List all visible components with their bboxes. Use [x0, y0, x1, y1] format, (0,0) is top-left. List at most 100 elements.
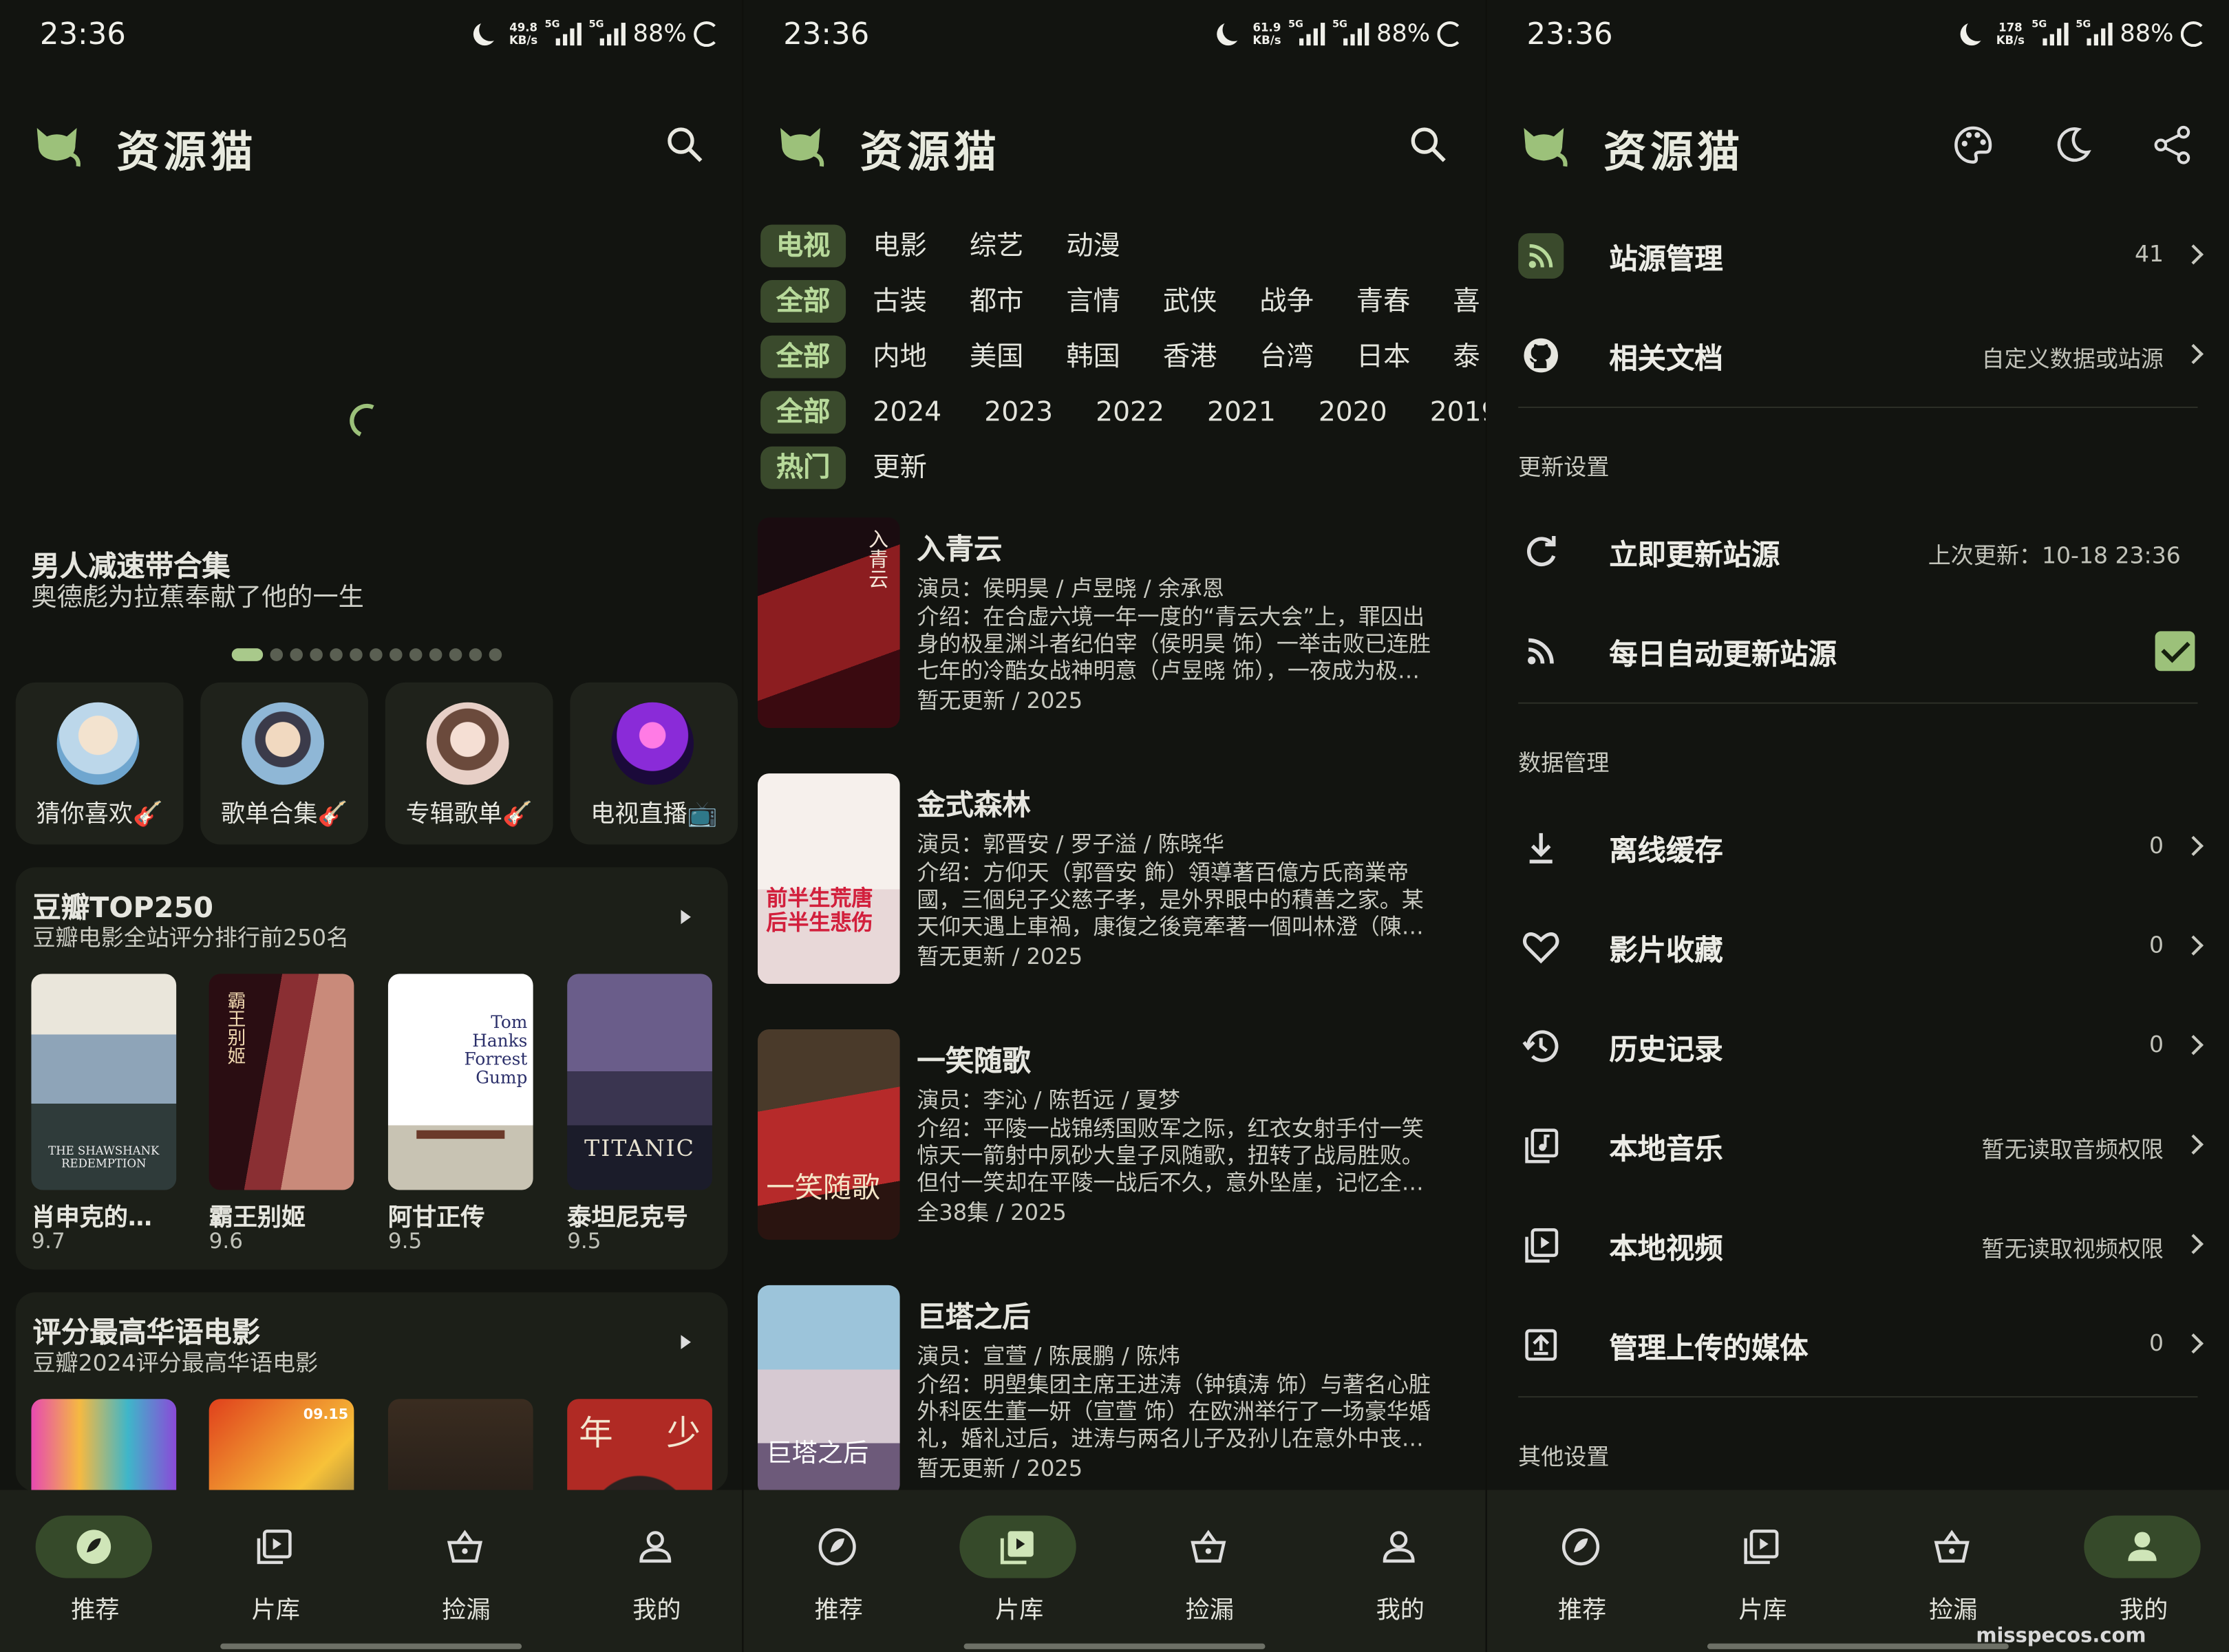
- filter-chip[interactable]: 电影: [873, 224, 927, 267]
- banner-subtitle: 奥德彪为拉蕉奉献了他的一生: [31, 583, 364, 613]
- filter-chip[interactable]: 古装: [873, 280, 927, 323]
- filter-chip[interactable]: 2020: [1319, 391, 1387, 433]
- quick-playlists[interactable]: 歌单合集🎸: [200, 682, 369, 845]
- filter-chip[interactable]: 更新: [873, 447, 927, 489]
- filter-chip[interactable]: 香港: [1163, 336, 1217, 378]
- filter-chip-selected[interactable]: 全部: [760, 335, 846, 378]
- filter-chip[interactable]: 都市: [970, 280, 1024, 323]
- filter-chip[interactable]: 2021: [1207, 391, 1276, 433]
- nav-bargain[interactable]: 捡漏: [1115, 1516, 1305, 1644]
- nav-mine[interactable]: 我的: [1305, 1516, 1485, 1644]
- filter-chip-selected[interactable]: 热门: [760, 446, 846, 489]
- filter-chip[interactable]: 武侠: [1163, 280, 1217, 323]
- net-speed: 178 KB/s: [1996, 21, 2025, 47]
- battery-ring-icon: [2180, 21, 2206, 47]
- dnd-moon-icon: [1223, 19, 1246, 41]
- nav-recommend[interactable]: 推荐: [1487, 1516, 1678, 1644]
- quick-tv-live[interactable]: 电视直播📺: [570, 682, 738, 845]
- quick-guess-you-like[interactable]: 猜你喜欢🎸: [15, 682, 184, 845]
- filter-chip[interactable]: 泰: [1453, 336, 1480, 378]
- divider: [1518, 406, 2198, 409]
- nav-bargain[interactable]: 捡漏: [1858, 1516, 2049, 1644]
- row-auto-update[interactable]: 每日自动更新站源: [1487, 603, 2229, 702]
- row-history[interactable]: 历史记录 0: [1487, 998, 2229, 1098]
- filter-chip[interactable]: 日本: [1356, 336, 1411, 378]
- poster-item[interactable]: 年 少: [567, 1399, 712, 1492]
- signal-icon: 5G: [589, 19, 626, 46]
- filter-chip[interactable]: 2023: [984, 391, 1053, 433]
- row-update-now[interactable]: 立即更新站源 上次更新：10-18 23:36: [1487, 503, 2229, 603]
- filter-chip[interactable]: 青春: [1356, 280, 1411, 323]
- poster-item[interactable]: [387, 1399, 533, 1492]
- filter-chip[interactable]: 台湾: [1259, 336, 1314, 378]
- divider: [1518, 702, 2198, 704]
- media-cast: 演员：宣萱 / 陈展鹏 / 陈炜: [917, 1343, 1180, 1369]
- poster-farewell-my-concubine[interactable]: 霸王别姬: [209, 974, 354, 1190]
- row-local-music[interactable]: 本地音乐 暂无读取音频权限: [1487, 1097, 2229, 1197]
- filter-chip[interactable]: 2022: [1096, 391, 1164, 433]
- recommend-icon: [1561, 1528, 1600, 1566]
- recommend-icon: [818, 1528, 856, 1566]
- row-source-manage[interactable]: 站源管理 41: [1487, 208, 2229, 308]
- media-item[interactable]: 巨塔之后 巨塔之后 演员：宣萱 / 陈展鹏 / 陈炜 介绍：明塱集团主席王进涛（…: [758, 1285, 1477, 1499]
- section-header-data: 数据管理: [1518, 749, 1610, 777]
- row-favorites[interactable]: 影片收藏 0: [1487, 899, 2229, 998]
- poster-shawshank[interactable]: THE SHAWSHANK REDEMPTION: [31, 974, 177, 1190]
- media-item[interactable]: 入青云 入青云 演员：侯明昊 / 卢昱晓 / 余承恩 介绍：在合虚六境一年一度的…: [758, 517, 1477, 731]
- nav-mine[interactable]: 我的: [562, 1516, 742, 1644]
- nav-bargain[interactable]: 捡漏: [371, 1516, 562, 1644]
- app-title: 资源猫: [116, 127, 257, 178]
- filter-chip[interactable]: 喜: [1453, 280, 1480, 323]
- palette-icon[interactable]: [1945, 116, 2002, 173]
- section-more-arrow-icon[interactable]: [681, 910, 691, 925]
- nav-library[interactable]: 片库: [924, 1515, 1115, 1644]
- app-title: 资源猫: [860, 127, 1001, 178]
- row-local-video[interactable]: 本地视频 暂无读取视频权限: [1487, 1197, 2229, 1297]
- nav-recommend[interactable]: 推荐: [743, 1516, 934, 1644]
- poster-forrest-gump[interactable]: Tom Hanks Forrest Gump: [387, 974, 533, 1190]
- nav-recommend[interactable]: 推荐: [0, 1515, 191, 1644]
- nav-mine[interactable]: 我的: [2049, 1515, 2229, 1644]
- row-offline-cache[interactable]: 离线缓存 0: [1487, 799, 2229, 899]
- gesture-bar: [1707, 1643, 2009, 1649]
- row-docs[interactable]: 相关文档 自定义数据或站源: [1487, 307, 2229, 407]
- media-item[interactable]: 前半生荒唐 后半生悲伤 金式森林 演员：郭晋安 / 罗子溢 / 陈晓华 介绍：方…: [758, 773, 1477, 987]
- row-uploaded-media[interactable]: 管理上传的媒体 0: [1487, 1296, 2229, 1396]
- banner-pager: [231, 648, 502, 661]
- media-title: 金式森林: [917, 787, 1031, 822]
- filter-chip[interactable]: 美国: [970, 336, 1024, 378]
- filter-chip[interactable]: 动漫: [1066, 224, 1120, 267]
- section-header-other: 其他设置: [1518, 1443, 1610, 1470]
- filter-chip-selected[interactable]: 全部: [760, 280, 846, 323]
- filter-sort: 热门 更新: [760, 446, 927, 489]
- gesture-bar: [220, 1643, 522, 1649]
- poster-titanic[interactable]: TITANIC: [567, 974, 712, 1190]
- media-poster: 一笑随歌: [758, 1029, 900, 1240]
- filter-chip[interactable]: 韩国: [1066, 336, 1120, 378]
- nav-library[interactable]: 片库: [180, 1516, 371, 1644]
- filter-chip-selected[interactable]: 全部: [760, 391, 846, 434]
- dark-mode-moon-icon[interactable]: [2044, 116, 2101, 173]
- battery-level: 88%: [632, 19, 687, 49]
- filter-chip[interactable]: 2019: [1430, 391, 1486, 433]
- filter-chip-selected[interactable]: 电视: [760, 224, 846, 268]
- nav-library[interactable]: 片库: [1667, 1516, 1858, 1644]
- quick-albums[interactable]: 专辑歌单🎸: [385, 682, 553, 845]
- section-header-update: 更新设置: [1518, 453, 1610, 481]
- media-item[interactable]: 一笑随歌 一笑随歌 演员：李沁 / 陈哲远 / 夏梦 介绍：平陵一战锦绣国败军之…: [758, 1029, 1477, 1243]
- filter-chip[interactable]: 战争: [1259, 280, 1314, 323]
- auto-update-checkbox[interactable]: [2155, 631, 2195, 672]
- filter-chip[interactable]: 综艺: [970, 224, 1024, 267]
- section-more-arrow-icon[interactable]: [681, 1335, 691, 1349]
- poster-title: 肖申克的…: [31, 1204, 153, 1233]
- filter-chip[interactable]: 言情: [1066, 280, 1120, 323]
- search-icon[interactable]: [1400, 116, 1458, 173]
- poster-item[interactable]: 09.15: [209, 1399, 354, 1492]
- search-icon[interactable]: [657, 116, 714, 173]
- status-time: 23:36: [39, 17, 126, 52]
- share-icon[interactable]: [2144, 116, 2201, 173]
- poster-item[interactable]: [31, 1399, 177, 1492]
- filter-chip[interactable]: 内地: [873, 336, 927, 378]
- filter-chip[interactable]: 2024: [873, 391, 941, 433]
- library-icon: [257, 1530, 292, 1565]
